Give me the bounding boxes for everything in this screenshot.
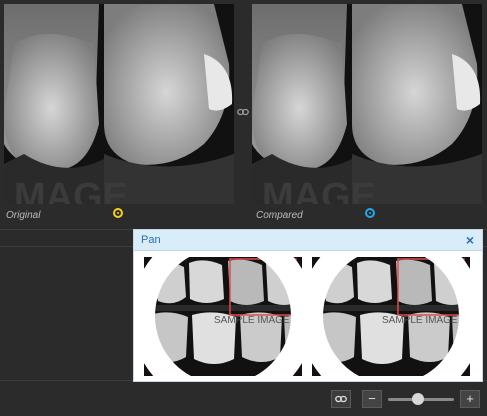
original-caption: Original: [6, 210, 41, 221]
compared-xray-image: MAGE: [252, 4, 482, 204]
compared-thumbnail[interactable]: SAMPLE IMAGE: [312, 257, 470, 376]
pan-window-title: Pan: [141, 234, 161, 246]
watermark-text: MAGE: [262, 176, 376, 204]
original-xray-image: MAGE: [4, 4, 234, 204]
compared-caption: Compared: [256, 210, 303, 221]
zoom-out-button[interactable]: −: [362, 390, 382, 408]
pan-thumbnails: SAMPLE IMAGE SAMPLE IMAGE: [142, 257, 475, 376]
watermark-text: MAGE: [14, 176, 128, 204]
zoom-slider-handle[interactable]: [411, 393, 424, 405]
compared-marker-icon[interactable]: [365, 208, 375, 218]
pan-window[interactable]: Pan × SAMPLE IMAGE SAMPLE IMAGE: [133, 229, 483, 382]
link-icon: [335, 395, 347, 403]
thumbnail-watermark: SAMPLE IMAGE: [214, 315, 290, 326]
pan-window-header[interactable]: Pan ×: [134, 230, 482, 251]
link-toggle-button[interactable]: [331, 390, 351, 408]
original-thumbnail[interactable]: SAMPLE IMAGE: [144, 257, 302, 376]
link-icon[interactable]: [237, 107, 249, 117]
zoom-in-button[interactable]: +: [460, 390, 480, 408]
thumbnail-watermark: SAMPLE IMAGE: [382, 315, 458, 326]
original-marker-icon[interactable]: [113, 208, 123, 218]
original-image-panel[interactable]: MAGE: [4, 4, 234, 204]
close-icon[interactable]: ×: [466, 232, 474, 248]
compared-image-panel[interactable]: MAGE: [252, 4, 482, 204]
